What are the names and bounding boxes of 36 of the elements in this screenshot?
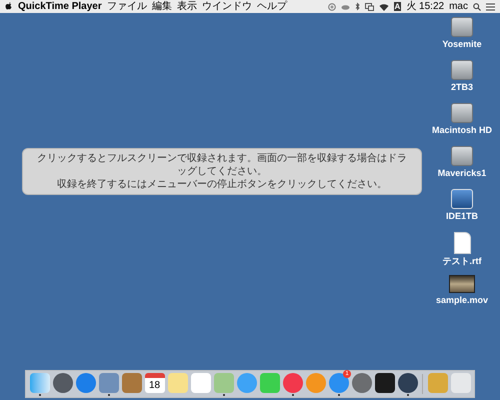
hard-drive-icon [450, 103, 473, 123]
menu-item[interactable]: ファイル [106, 0, 147, 12]
list-icon[interactable] [486, 2, 495, 10]
input-source-icon[interactable]: A [394, 2, 402, 11]
user-name[interactable]: mac [449, 0, 468, 12]
menu-item[interactable]: 表示 [176, 0, 197, 12]
hard-drive-icon [450, 146, 473, 166]
display-icon[interactable] [364, 2, 374, 10]
app-menu[interactable]: QuickTime Player [18, 0, 102, 12]
bluetooth-icon[interactable] [354, 2, 360, 11]
record-icon[interactable] [328, 2, 336, 10]
desktop-icon-label[interactable]: テスト.rtf [442, 256, 482, 267]
menu-item[interactable]: ヘルプ [256, 0, 287, 12]
cloud-icon[interactable] [340, 3, 350, 10]
hard-drive-icon [450, 17, 473, 37]
video-thumbnail [449, 275, 475, 293]
instruction-text: 収録を終了するにはメニューバーの停止ボタンをクリックしてください。 [56, 178, 388, 191]
hard-drive-icon [450, 60, 473, 80]
desktop-icon-label[interactable]: Yosemite [442, 39, 482, 50]
menu-item[interactable]: 編集 [152, 0, 172, 12]
wifi-icon[interactable] [378, 2, 388, 10]
desktop-icon-label[interactable]: 2TB3 [450, 82, 473, 93]
desktop-icon-label[interactable]: Macintosh HD [432, 125, 492, 136]
instruction-text: クリックするとフルスクリーンで収録されます。画面の一部を収録する場合はドラッグしてください。 [36, 152, 408, 178]
apple-logo-icon[interactable] [5, 2, 13, 11]
desktop-icon-label[interactable]: Mavericks1 [438, 168, 486, 179]
search-icon[interactable] [473, 2, 481, 10]
external-drive-icon [450, 189, 473, 209]
desktop-icon-label[interactable]: sample.mov [436, 295, 488, 306]
clock-text[interactable]: 火 15:22 [406, 0, 444, 12]
menu-item[interactable]: ウインドウ [202, 0, 252, 12]
app-icon[interactable] [374, 372, 394, 392]
document-icon [454, 232, 470, 254]
desktop-icon-label[interactable]: IDE1TB [446, 211, 478, 222]
calendar-icon[interactable]: 18 [144, 372, 164, 392]
app-icon[interactable] [398, 372, 418, 392]
